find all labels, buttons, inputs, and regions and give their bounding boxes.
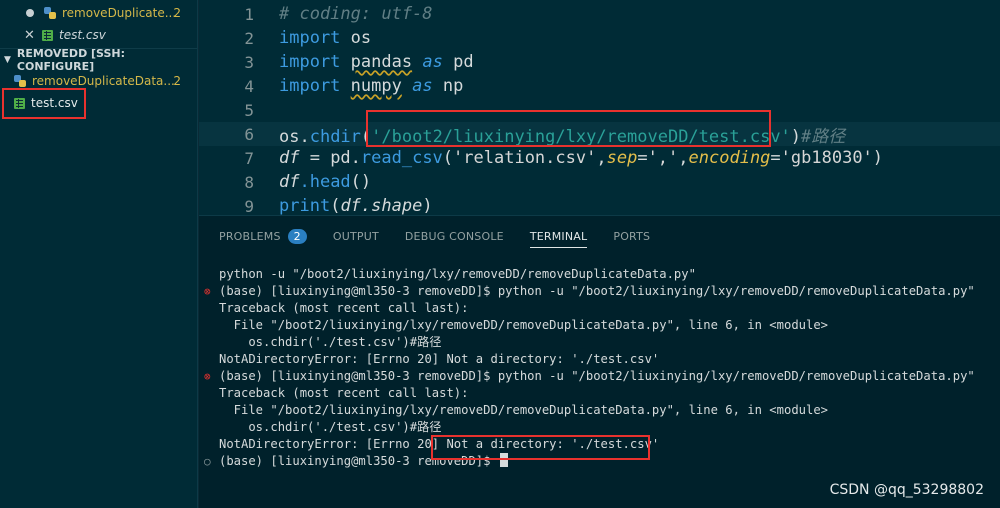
- line-number: 9: [244, 196, 254, 216]
- open-editor-label: removeDuplicate...: [62, 6, 177, 20]
- tab-problems[interactable]: PROBLEMS 2: [219, 216, 307, 256]
- terminal-line: os.chdir('./test.csv')#路径: [219, 420, 442, 434]
- highlight-box: [431, 435, 650, 460]
- problem-count: 2: [173, 6, 181, 20]
- open-editor-item-csv[interactable]: ✕ test.csv: [0, 24, 197, 46]
- section-title: REMOVEDD [SSH: CONFIGURE]: [16, 46, 126, 73]
- code-line: 2 import os: [199, 26, 1000, 50]
- python-file-icon: [44, 7, 56, 19]
- close-icon[interactable]: ✕: [24, 28, 35, 43]
- watermark: CSDN @qq_53298802: [829, 482, 984, 498]
- line-number: 5: [244, 100, 254, 120]
- problem-count: 2: [173, 74, 181, 88]
- terminal-line: Traceback (most recent call last):: [219, 301, 469, 315]
- terminal-line: ⊗ (base) [liuxinying@ml350-3 removeDD]$ p…: [204, 284, 975, 298]
- tab-terminal[interactable]: TERMINAL: [529, 216, 588, 256]
- code-line: 1 # coding: utf-8: [199, 2, 1000, 26]
- code-editor[interactable]: 1 # coding: utf-8 2 import os 3 import p…: [199, 0, 1000, 216]
- bottom-panel: PROBLEMS 2 OUTPUT DEBUG CONSOLE TERMINAL …: [199, 215, 1000, 508]
- error-circle-icon: ⊗: [204, 285, 211, 298]
- open-editor-item-python[interactable]: removeDuplicate... 2: [0, 2, 197, 24]
- line-number: 3: [244, 52, 254, 72]
- problems-badge: 2: [287, 228, 307, 244]
- python-file-icon: [14, 75, 26, 87]
- code-line: 7 df = pd.read_csv('relation.csv',sep=',…: [199, 146, 1000, 170]
- panel-tabs: PROBLEMS 2 OUTPUT DEBUG CONSOLE TERMINAL …: [199, 216, 1000, 256]
- tab-ports[interactable]: PORTS: [613, 216, 650, 256]
- line-number: 4: [244, 76, 254, 96]
- terminal-line: os.chdir('./test.csv')#路径: [219, 335, 442, 349]
- file-label: removeDuplicateData...: [32, 74, 175, 88]
- line-number: 8: [244, 172, 254, 192]
- error-circle-icon: ⊗: [204, 370, 211, 383]
- line-number: 1: [244, 4, 254, 24]
- code-line: 4 import numpy as np: [199, 74, 1000, 98]
- modified-dot-icon: [26, 9, 34, 17]
- highlight-box: [366, 110, 771, 147]
- line-number: 6: [244, 124, 254, 144]
- tab-debug-console[interactable]: DEBUG CONSOLE: [405, 216, 504, 256]
- line-number: 2: [244, 28, 254, 48]
- terminal-line: File "/boot2/liuxinying/lxy/removeDD/rem…: [219, 318, 829, 332]
- code-line: 8 df.head(): [199, 170, 1000, 194]
- terminal-line: Traceback (most recent call last):: [219, 386, 469, 400]
- terminal-line: File "/boot2/liuxinying/lxy/removeDD/rem…: [219, 403, 829, 417]
- prompt-circle-icon: ○: [204, 455, 211, 468]
- line-number: 7: [244, 148, 254, 168]
- open-editor-label: test.csv: [59, 28, 106, 42]
- code-line: 3 import pandas as pd: [199, 50, 1000, 74]
- csv-file-icon: [42, 29, 53, 41]
- explorer-section-header[interactable]: ▼ REMOVEDD [SSH: CONFIGURE]: [0, 46, 197, 73]
- terminal-line: ⊗ (base) [liuxinying@ml350-3 removeDD]$ p…: [204, 369, 975, 383]
- chevron-down-icon: ▼: [4, 54, 11, 65]
- terminal-line: NotADirectoryError: [Errno 20] Not a dir…: [219, 352, 660, 366]
- highlight-box: [2, 88, 86, 119]
- explorer-sidebar: removeDuplicate... 2 ✕ test.csv ▼ REMOVE…: [0, 0, 198, 508]
- tab-output[interactable]: OUTPUT: [333, 216, 379, 256]
- terminal-line: python -u "/boot2/liuxinying/lxy/removeD…: [219, 267, 696, 281]
